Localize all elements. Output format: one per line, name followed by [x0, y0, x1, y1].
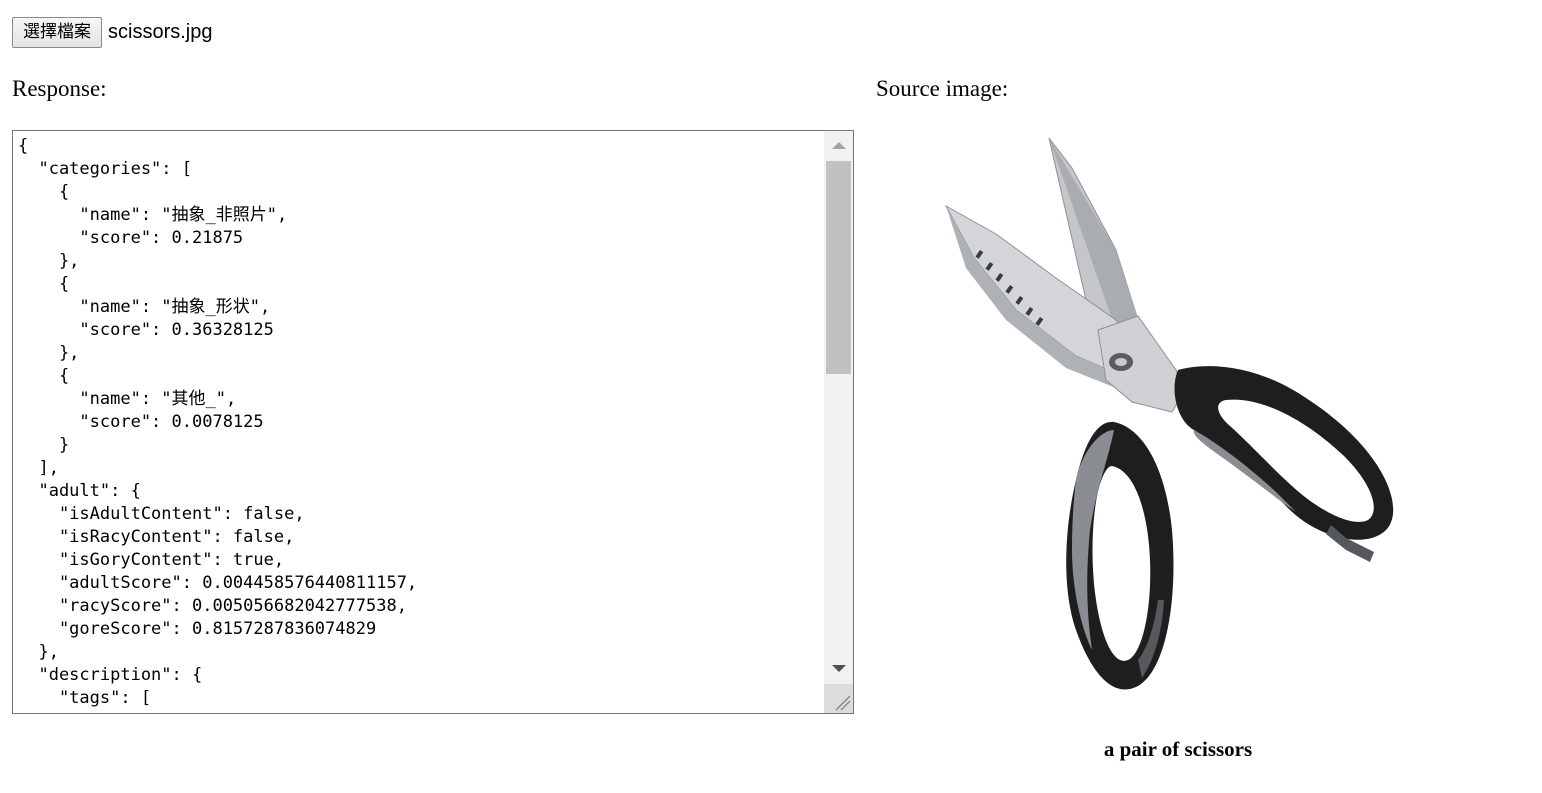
file-input-row: 選擇檔案 scissors.jpg	[12, 17, 212, 48]
scrollbar-thumb[interactable]	[826, 161, 851, 374]
scissors-image	[944, 137, 1394, 690]
source-image	[876, 130, 1476, 710]
response-heading: Response:	[12, 76, 107, 101]
resize-grip-icon[interactable]	[824, 684, 853, 713]
scroll-up-arrow-icon[interactable]	[824, 131, 853, 160]
response-json-text: { "categories": [ { "name": "抽象_非照片", "s…	[18, 136, 418, 708]
image-caption: a pair of scissors	[1103, 737, 1253, 761]
source-image-heading: Source image:	[876, 76, 1009, 101]
choose-file-button[interactable]: 選擇檔案	[12, 17, 102, 48]
selected-file-name: scissors.jpg	[108, 21, 213, 43]
vertical-scrollbar[interactable]	[824, 131, 853, 713]
scroll-down-arrow-icon[interactable]	[824, 654, 853, 683]
response-textarea[interactable]: { "categories": [ { "name": "抽象_非照片", "s…	[12, 130, 854, 714]
